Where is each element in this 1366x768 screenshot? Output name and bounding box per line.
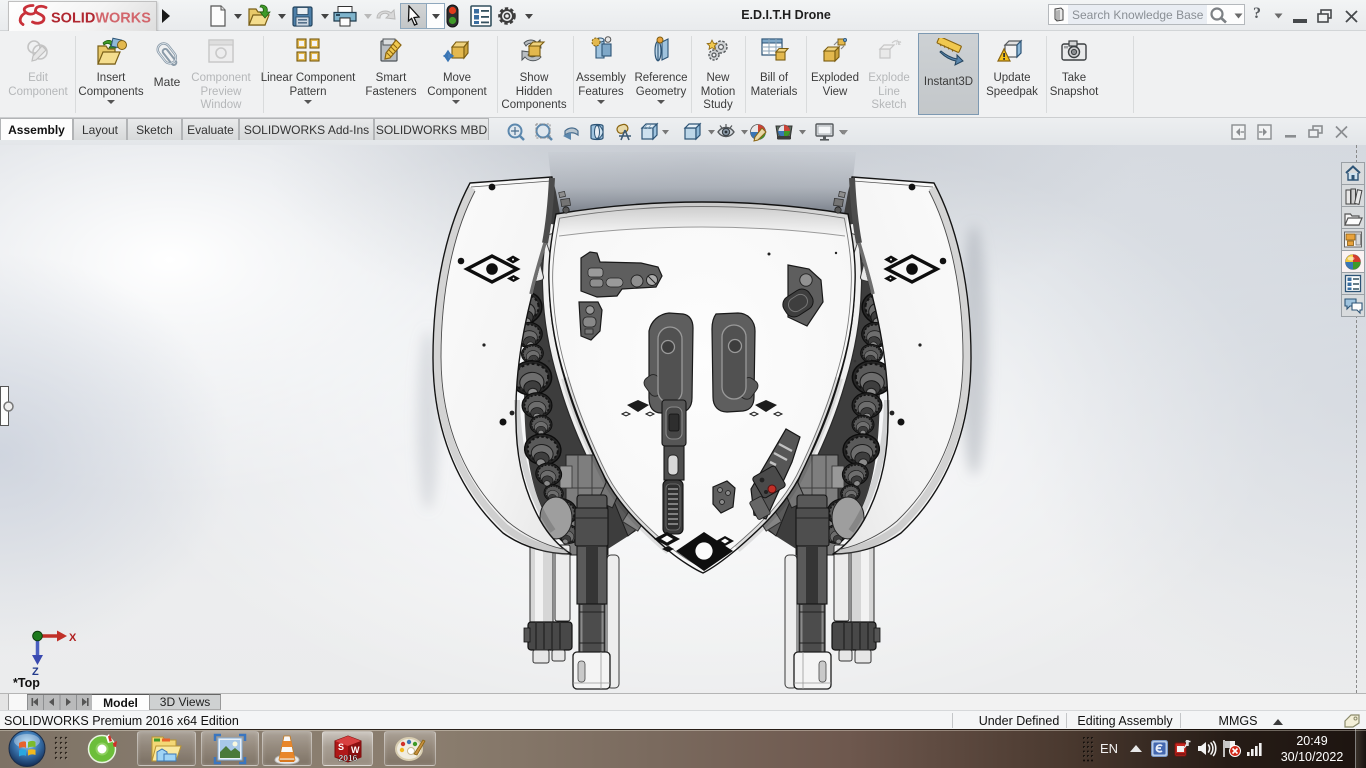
svg-text:X: X [69, 632, 77, 644]
svg-text:ie: ie [896, 40, 902, 47]
svg-text:2016: 2016 [339, 753, 358, 763]
svg-text:SOLIDWORKS: SOLIDWORKS [51, 11, 151, 27]
svg-text:S: S [338, 742, 344, 752]
